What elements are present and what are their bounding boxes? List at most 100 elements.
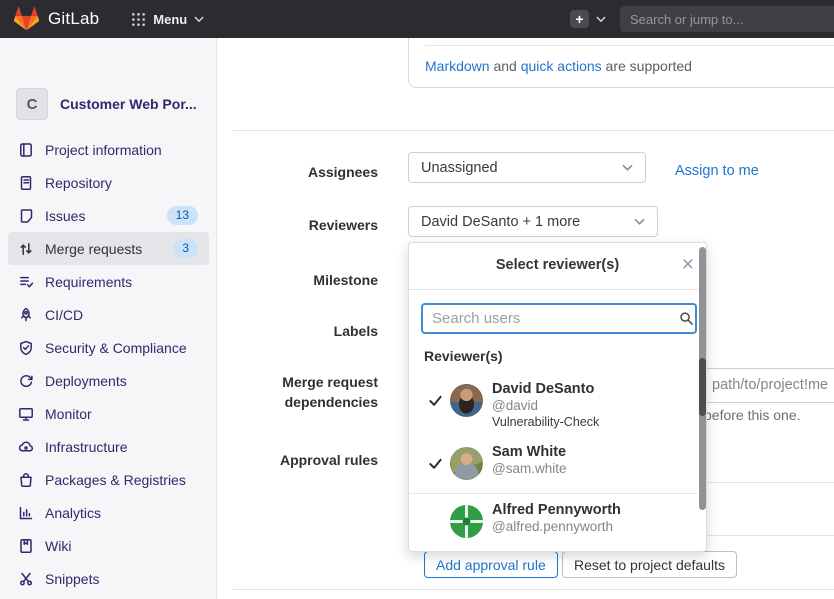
sidebar-item-label: Monitor: [45, 406, 92, 422]
quick-actions-link[interactable]: quick actions: [521, 58, 602, 74]
check-icon: [428, 456, 443, 471]
sidebar-item-packages-registries[interactable]: Packages & Registries: [8, 463, 209, 496]
chevron-down-icon: [622, 160, 633, 176]
sidebar-item-repository[interactable]: Repository: [8, 166, 209, 199]
user-username: @alfred.pennyworth: [492, 519, 621, 535]
reviewers-select[interactable]: David DeSanto + 1 more: [408, 206, 658, 237]
sidebar-item-requirements[interactable]: Requirements: [8, 265, 209, 298]
photo-sam-avatar: [450, 447, 483, 480]
gitlab-tanuki-icon: [14, 7, 39, 31]
sidebar-item-label: Packages & Registries: [45, 472, 186, 488]
assignees-label: Assignees: [233, 162, 378, 182]
sidebar-item-label: Repository: [45, 175, 112, 191]
suffix-text: are supported: [602, 58, 692, 74]
dropdown-header: Select reviewer(s) ×: [409, 243, 706, 290]
dependencies-input-placeholder-fragment: . path/to/project!me: [704, 377, 828, 393]
user-list-divider: [409, 493, 698, 494]
labels-label: Labels: [233, 321, 378, 341]
gitlab-home-button[interactable]: GitLab: [14, 7, 99, 31]
and-text: and: [490, 58, 521, 74]
sidebar-item-analytics[interactable]: Analytics: [8, 496, 209, 529]
dropdown-title: Select reviewer(s): [409, 257, 706, 273]
markdown-help-text: Markdown and quick actions are supported: [425, 45, 834, 87]
user-username: @david: [492, 398, 599, 414]
issues-count-badge: 13: [167, 206, 198, 224]
user-username: @sam.white: [492, 461, 566, 477]
milestone-label: Milestone: [233, 270, 378, 290]
reviewers-section-label: Reviewer(s): [424, 348, 503, 364]
sidebar-item-label: Infrastructure: [45, 439, 127, 455]
global-search-input[interactable]: [620, 6, 834, 32]
sidebar-item-label: Deployments: [45, 373, 127, 389]
sidebar-item-wiki[interactable]: Wiki: [8, 529, 209, 562]
user-row-alfred-pennyworth[interactable]: Alfred Pennyworth @alfred.pennyworth: [409, 502, 696, 538]
sidebar-item-monitor[interactable]: Monitor: [8, 397, 209, 430]
sidebar-item-infrastructure[interactable]: Infrastructure: [8, 430, 209, 463]
deployments-icon: [18, 373, 34, 389]
infrastructure-icon: [18, 439, 34, 455]
approval-table-border: [700, 482, 834, 483]
reviewer-dropdown: Select reviewer(s) × Reviewer(s) David D…: [408, 242, 707, 552]
sidebar-item-label: Security & Compliance: [45, 340, 187, 356]
brand-text: GitLab: [48, 9, 99, 29]
sidebar-item-ci-cd[interactable]: CI/CD: [8, 298, 209, 331]
sidebar-item-project-information[interactable]: Project information: [8, 133, 209, 166]
approval-rules-label: Approval rules: [233, 450, 378, 470]
approval-table-border: [700, 535, 834, 536]
add-approval-rule-button[interactable]: Add approval rule: [424, 551, 558, 578]
user-row-sam-white[interactable]: Sam White @sam.white: [409, 444, 696, 480]
sidebar-item-deployments[interactable]: Deployments: [8, 364, 209, 397]
sidebar-item-label: Issues: [45, 208, 85, 224]
sidebar-item-snippets[interactable]: Snippets: [8, 562, 209, 595]
sidebar: C Customer Web Por... Project informatio…: [0, 38, 217, 599]
packages-registries-icon: [18, 472, 34, 488]
dropdown-scrollbar-thumb[interactable]: [699, 358, 706, 416]
section-divider-bottom: [233, 589, 834, 590]
identicon-green-avatar: [450, 505, 483, 538]
sidebar-item-label: Wiki: [45, 538, 71, 554]
sidebar-item-label: Project information: [45, 142, 162, 158]
reviewers-label: Reviewers: [233, 215, 378, 235]
menu-grid-icon: [131, 12, 146, 27]
close-icon[interactable]: ×: [682, 251, 694, 278]
sidebar-item-label: Merge requests: [45, 241, 142, 257]
sidebar-item-security-compliance[interactable]: Security & Compliance: [8, 331, 209, 364]
project-title: Customer Web Por...: [60, 96, 197, 112]
sidebar-item-label: Analytics: [45, 505, 101, 521]
monitor-icon: [18, 406, 34, 422]
user-search-input[interactable]: [421, 303, 697, 334]
menu-button[interactable]: Menu: [131, 12, 204, 27]
sidebar-item-merge-requests[interactable]: Merge requests 3: [8, 232, 209, 265]
sidebar-item-label: Requirements: [45, 274, 132, 290]
sidebar-item-issues[interactable]: Issues 13: [8, 199, 209, 232]
merge-requests-icon: [18, 241, 34, 257]
user-name: Alfred Pennyworth: [492, 502, 621, 518]
markdown-link[interactable]: Markdown: [425, 58, 490, 74]
sidebar-item-label: CI/CD: [45, 307, 83, 323]
requirements-icon: [18, 274, 34, 290]
check-icon: [428, 393, 443, 408]
assign-to-me-link[interactable]: Assign to me: [675, 163, 759, 179]
project-information-icon: [18, 142, 34, 158]
chevron-down-icon: [634, 214, 645, 230]
gitlab-merge-request-page: Markdown and quick actions are supported…: [0, 0, 834, 599]
dependencies-label: Merge request dependencies: [233, 372, 378, 412]
chevron-down-icon: [194, 16, 204, 23]
reset-defaults-button[interactable]: Reset to project defaults: [562, 551, 737, 578]
security-compliance-icon: [18, 340, 34, 356]
reviewers-select-value: David DeSanto + 1 more: [421, 214, 580, 230]
snippets-icon: [18, 571, 34, 587]
user-row-david[interactable]: David DeSanto @david Vulnerability-Check: [409, 381, 696, 430]
section-divider-top: [233, 130, 834, 131]
dependencies-help-text: before this one.: [704, 407, 801, 423]
assignees-select[interactable]: Unassigned: [408, 152, 646, 183]
analytics-icon: [18, 505, 34, 521]
merge-requests-count-badge: 3: [173, 239, 198, 257]
new-item-button[interactable]: +: [570, 10, 589, 28]
sidebar-item-label: Snippets: [45, 571, 99, 587]
sidebar-item-settings[interactable]: Settings: [8, 595, 209, 599]
repository-icon: [18, 175, 34, 191]
project-header-link[interactable]: C Customer Web Por...: [16, 88, 197, 120]
chevron-down-icon: [596, 16, 606, 23]
project-avatar: C: [16, 88, 48, 120]
